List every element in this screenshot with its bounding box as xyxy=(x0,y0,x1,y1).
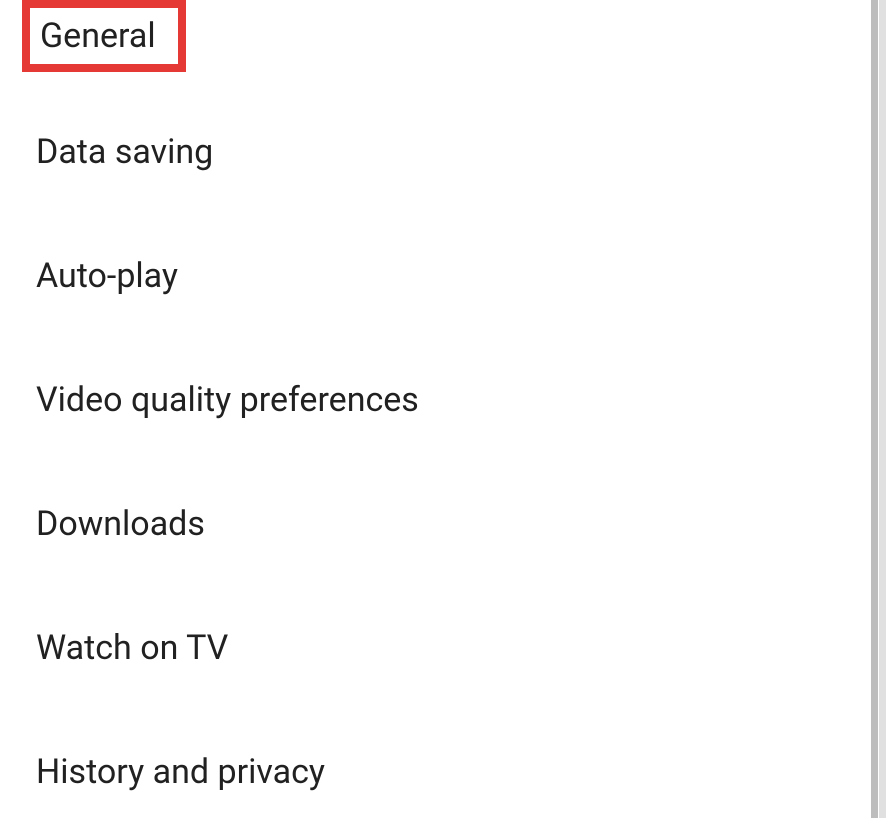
settings-item-video-quality[interactable]: Video quality preferences xyxy=(0,338,886,462)
highlight-box: General xyxy=(22,0,186,72)
settings-list: General Data saving Auto-play Video qual… xyxy=(0,0,886,834)
settings-item-label: Video quality preferences xyxy=(36,380,419,420)
settings-item-label: General xyxy=(40,16,156,56)
settings-item-label: Auto-play xyxy=(36,256,178,296)
settings-item-label: Data saving xyxy=(36,132,213,172)
settings-item-watch-on-tv[interactable]: Watch on TV xyxy=(0,586,886,710)
scrollbar[interactable] xyxy=(871,0,878,818)
settings-item-label: Downloads xyxy=(36,504,205,544)
settings-item-general[interactable]: General xyxy=(22,0,886,72)
settings-item-label: Watch on TV xyxy=(36,628,228,668)
settings-item-label: History and privacy xyxy=(36,752,325,792)
settings-item-history-privacy[interactable]: History and privacy xyxy=(0,710,886,834)
settings-item-auto-play[interactable]: Auto-play xyxy=(0,214,886,338)
settings-item-data-saving[interactable]: Data saving xyxy=(0,72,886,214)
settings-item-downloads[interactable]: Downloads xyxy=(0,462,886,586)
